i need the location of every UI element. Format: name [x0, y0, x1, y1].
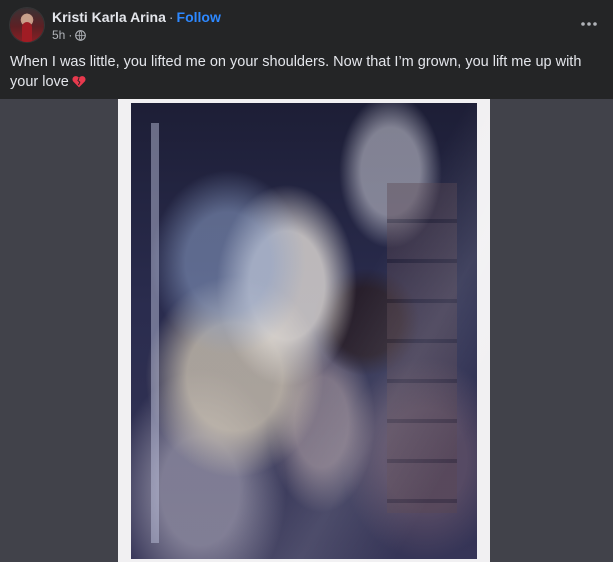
post-card: Kristi Karla Arina · Follow 5h · When I wa…	[0, 0, 613, 562]
caption-text: When I was little, you lifted me on your…	[10, 54, 582, 90]
post-photo[interactable]	[118, 99, 490, 562]
globe-icon[interactable]	[75, 29, 87, 41]
avatar[interactable]	[10, 8, 44, 42]
more-options-button[interactable]	[577, 12, 601, 36]
timestamp[interactable]: 5h	[52, 28, 65, 42]
follow-button[interactable]: Follow	[177, 9, 221, 25]
avatar-figure	[22, 22, 32, 42]
more-options-icon	[581, 22, 597, 26]
separator: ·	[168, 9, 174, 25]
post-header: Kristi Karla Arina · Follow 5h ·	[0, 0, 613, 48]
post-media[interactable]	[0, 99, 613, 562]
post-meta: 5h ·	[52, 28, 87, 42]
meta-dot: ·	[68, 28, 73, 42]
photo-glare	[118, 99, 490, 562]
author-row: Kristi Karla Arina · Follow	[52, 9, 221, 25]
broken-heart-icon	[72, 76, 86, 88]
author-name[interactable]: Kristi Karla Arina	[52, 9, 166, 25]
post-caption: When I was little, you lifted me on your…	[10, 52, 600, 92]
